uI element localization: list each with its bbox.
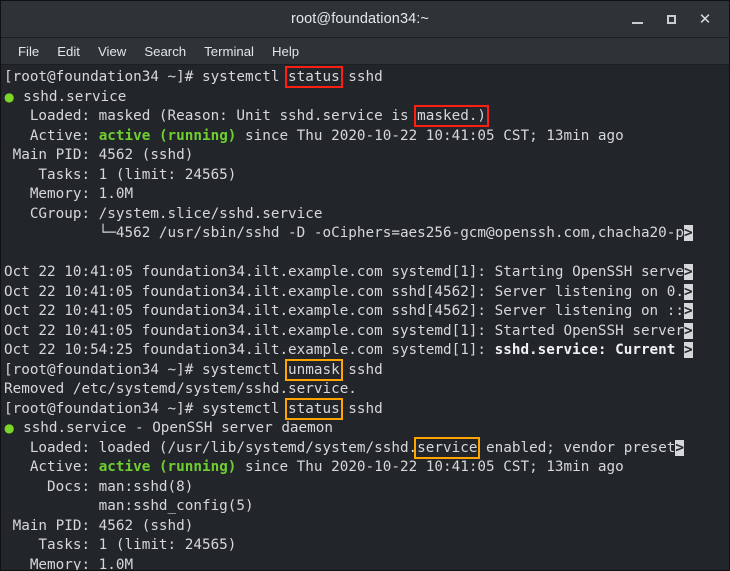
- terminal-line: Tasks: 1 (limit: 24565): [2, 536, 729, 556]
- terminal-line: [root@foundation34 ~]# systemctl unmask …: [2, 358, 729, 381]
- terminal-line: Oct 22 10:41:05 foundation34.ilt.example…: [2, 322, 729, 342]
- line-truncation-indicator: >: [684, 225, 693, 241]
- terminal-text: sshd: [339, 361, 383, 378]
- terminal-line: Main PID: 4562 (sshd): [2, 146, 729, 166]
- terminal-text: sshd.service: [14, 88, 127, 105]
- terminal-line: ● sshd.service - OpenSSH server daemon: [2, 419, 729, 439]
- terminal-line: Loaded: loaded (/usr/lib/systemd/system/…: [2, 436, 729, 459]
- log-bold-text: sshd.service: Current: [494, 342, 676, 358]
- terminal-text: since Thu 2020-10-22 10:41:05 CST; 13min…: [236, 127, 624, 144]
- terminal-text: Loaded: loaded (/usr/lib/systemd/system/…: [4, 439, 418, 456]
- terminal-text: [root@foundation34 ~]# systemctl: [4, 69, 289, 85]
- terminal-text: Main PID: 4562 (sshd): [4, 517, 194, 534]
- terminal-text: Active:: [4, 459, 99, 475]
- menu-item-terminal[interactable]: Terminal: [195, 41, 263, 62]
- menu-item-view[interactable]: View: [89, 41, 135, 62]
- terminal-line: [2, 244, 729, 264]
- terminal-text: Active:: [4, 127, 99, 144]
- terminal-text: └─4562 /usr/sbin/sshd -D -oCiphers=aes25…: [4, 225, 684, 241]
- terminal-line: Oct 22 10:41:05 foundation34.ilt.example…: [2, 283, 729, 303]
- menu-item-file[interactable]: File: [9, 41, 48, 62]
- terminal-output[interactable]: [root@foundation34 ~]# systemctl status …: [1, 65, 729, 570]
- line-truncation-indicator: >: [684, 342, 693, 358]
- terminal-text: Main PID: 4562 (sshd): [4, 147, 194, 163]
- terminal-text: sshd: [339, 69, 383, 85]
- terminal-line: man:sshd_config(5): [2, 497, 729, 517]
- terminal-line: └─4562 /usr/sbin/sshd -D -oCiphers=aes25…: [2, 224, 729, 244]
- terminal-line: Oct 22 10:54:25 foundation34.ilt.example…: [2, 341, 729, 361]
- line-truncation-indicator: >: [684, 283, 693, 300]
- terminal-text: CGroup: /system.slice/sshd.service: [4, 205, 323, 222]
- terminal-text: Tasks: 1 (limit: 24565): [4, 166, 237, 183]
- terminal-window: root@foundation34:~ ✕ File Edit View Search…: [0, 0, 730, 571]
- terminal-line: [root@foundation34 ~]# systemctl status …: [2, 66, 729, 88]
- menu-bar: File Edit View Search Terminal Help: [1, 38, 729, 65]
- title-bar[interactable]: root@foundation34:~ ✕: [1, 1, 729, 38]
- terminal-line: Docs: man:sshd(8): [2, 478, 729, 498]
- terminal-line: Memory: 1.0M: [2, 185, 729, 205]
- terminal-line: Memory: 1.0M: [2, 556, 729, 571]
- terminal-line: Removed /etc/systemd/system/sshd.service…: [2, 380, 729, 400]
- highlight-service: service: [414, 436, 481, 459]
- terminal-text: Docs: man:sshd(8): [4, 478, 194, 495]
- terminal-text: Oct 22 10:41:05 foundation34.ilt.example…: [4, 264, 684, 280]
- line-truncation-indicator: >: [684, 264, 693, 280]
- terminal-text: since Thu 2020-10-22 10:41:05 CST; 13min…: [236, 459, 624, 475]
- maximize-button[interactable]: [657, 6, 685, 32]
- highlight-status-1: status: [285, 66, 343, 88]
- terminal-text: [root@foundation34 ~]# systemctl: [4, 361, 289, 378]
- terminal-text: sshd.service - OpenSSH server daemon: [14, 420, 333, 436]
- minimize-icon: [631, 21, 643, 24]
- active-running-2: active (running): [98, 459, 237, 475]
- terminal-line: ● sshd.service: [2, 88, 729, 108]
- highlight-unmask: unmask: [285, 358, 343, 381]
- line-truncation-indicator: >: [684, 303, 693, 319]
- line-truncation-indicator: >: [684, 322, 693, 339]
- terminal-text: Memory: 1.0M: [4, 556, 134, 571]
- terminal-line: Oct 22 10:41:05 foundation34.ilt.example…: [2, 263, 729, 283]
- menu-item-search[interactable]: Search: [135, 41, 195, 62]
- maximize-icon: [666, 14, 676, 24]
- terminal-line: CGroup: /system.slice/sshd.service: [2, 205, 729, 225]
- status-bullet-green: ●: [4, 89, 15, 104]
- terminal-line: Active: active (running) since Thu 2020-…: [2, 127, 729, 147]
- terminal-text: Oct 22 10:41:05 foundation34.ilt.example…: [4, 303, 684, 319]
- status-bullet-green-2: ●: [4, 421, 15, 435]
- terminal-line: Oct 22 10:41:05 foundation34.ilt.example…: [2, 302, 729, 322]
- close-icon: ✕: [698, 9, 712, 28]
- highlight-status-2: status: [285, 397, 343, 420]
- terminal-text: Tasks: 1 (limit: 24565): [4, 537, 237, 553]
- terminal-text: [root@foundation34 ~]# systemctl: [4, 400, 289, 417]
- close-button[interactable]: ✕: [691, 6, 719, 32]
- terminal-text: Removed /etc/systemd/system/sshd.service…: [4, 381, 357, 397]
- terminal-text: Loaded: masked (Reason: Unit sshd.servic…: [4, 108, 418, 124]
- terminal-text: Oct 22 10:41:05 foundation34.ilt.example…: [4, 283, 684, 300]
- terminal-text: Oct 22 10:54:25 foundation34.ilt.example…: [4, 342, 495, 358]
- terminal-line: [root@foundation34 ~]# systemctl status …: [2, 397, 729, 420]
- menu-item-edit[interactable]: Edit: [48, 41, 89, 62]
- terminal-line: Active: active (running) since Thu 2020-…: [2, 458, 729, 478]
- window-title: root@foundation34:~: [291, 11, 429, 27]
- menu-item-help[interactable]: Help: [263, 41, 308, 62]
- terminal-text: enabled; vendor preset: [477, 439, 676, 456]
- window-controls: ✕: [623, 6, 729, 32]
- highlight-masked: masked.): [414, 105, 490, 127]
- terminal-line: Main PID: 4562 (sshd): [2, 517, 729, 537]
- terminal-text: Oct 22 10:41:05 foundation34.ilt.example…: [4, 322, 684, 339]
- active-running-1: active (running): [98, 127, 237, 144]
- terminal-text: sshd: [339, 400, 383, 417]
- minimize-button[interactable]: [623, 6, 651, 32]
- line-truncation-indicator: >: [675, 439, 685, 456]
- terminal-text: Memory: 1.0M: [4, 186, 134, 202]
- terminal-line: Tasks: 1 (limit: 24565): [2, 166, 729, 186]
- terminal-line: Loaded: masked (Reason: Unit sshd.servic…: [2, 105, 729, 127]
- terminal-text: man:sshd_config(5): [4, 498, 254, 514]
